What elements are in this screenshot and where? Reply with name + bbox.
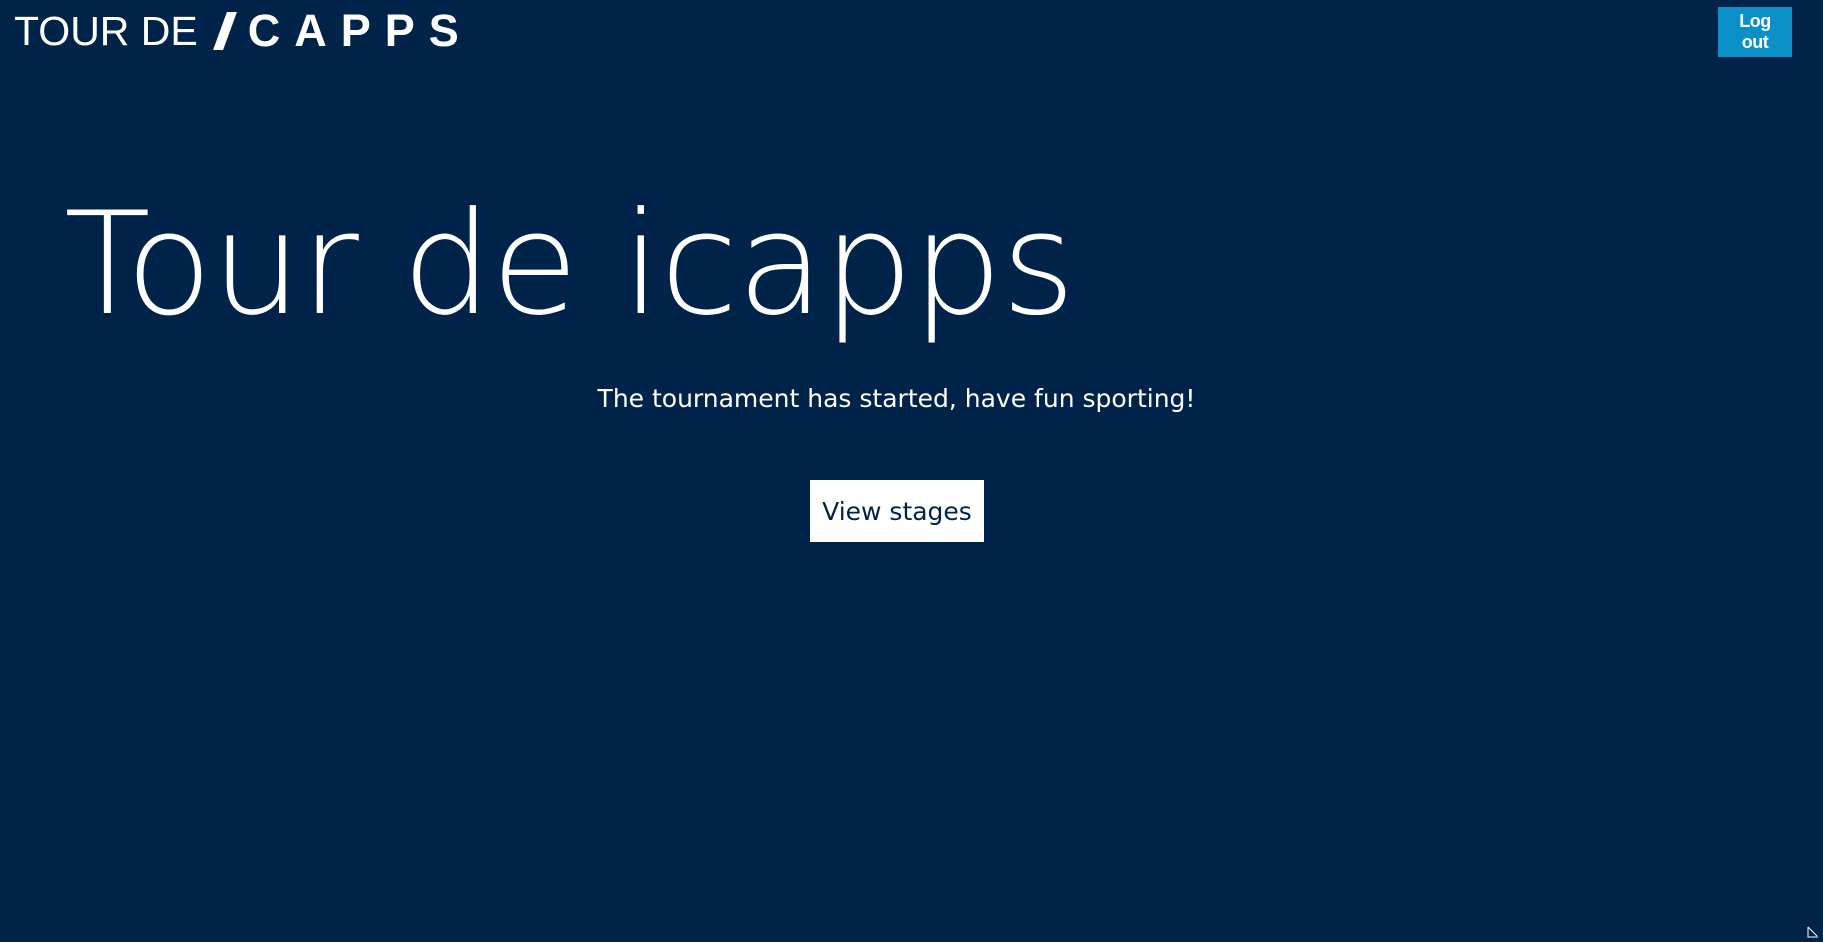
page: TOUR DE CAPPS Log out Tour de icapps The…: [0, 0, 1823, 942]
logo-brand: CAPPS: [247, 5, 473, 56]
logout-button[interactable]: Log out: [1718, 7, 1792, 57]
resize-grip-icon: [1807, 926, 1818, 938]
slash-icon: [212, 12, 237, 50]
view-stages-button[interactable]: View stages: [810, 480, 984, 542]
hero-subtitle: The tournament has started, have fun spo…: [597, 384, 1196, 413]
logo-prefix: TOUR DE: [14, 8, 198, 54]
logo[interactable]: TOUR DE CAPPS: [14, 5, 473, 56]
page-title: Tour de icapps: [64, 182, 1075, 347]
